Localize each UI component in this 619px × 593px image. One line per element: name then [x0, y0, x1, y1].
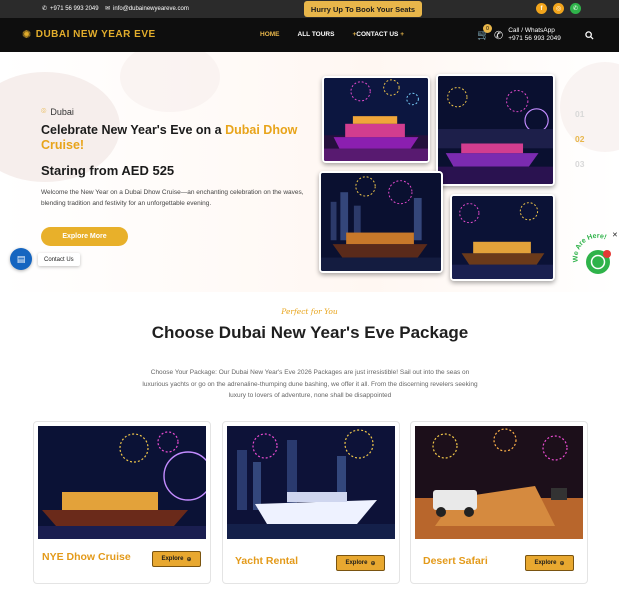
- phone-icon: ✆: [494, 29, 504, 42]
- hero-title-pre: Celebrate New Year's Eve on a: [41, 123, 226, 137]
- explore-button[interactable]: Explore ⊕: [336, 555, 385, 571]
- section-kicker: Perfect for You: [281, 307, 338, 316]
- chat-icon: ▤: [16, 253, 26, 264]
- nav-item-contact-us[interactable]: +CONTACT US +: [352, 31, 404, 38]
- contact-us-label[interactable]: Contact Us: [38, 253, 80, 266]
- section-description: Choose Your Package: Our Dubai New Year'…: [142, 369, 478, 399]
- promo-button[interactable]: Hurry Up To Book Your Seats: [304, 1, 422, 17]
- logo-star-icon: ✺: [22, 29, 32, 41]
- hero-location: ⌾ Dubai: [41, 106, 74, 117]
- phone-icon: ✆: [42, 6, 48, 12]
- nav-call[interactable]: ✆ Call / WhatsApp +971 56 993 2049: [494, 27, 561, 43]
- explore-button[interactable]: Explore ⊕: [152, 551, 201, 567]
- call-label: Call / WhatsApp: [508, 27, 555, 34]
- package-card-yacht-rental[interactable]: Yacht Rental Explore ⊕: [222, 421, 400, 584]
- explore-label: Explore: [534, 560, 557, 566]
- explore-label: Explore: [345, 560, 368, 566]
- site-logo[interactable]: ✺ DUBAI NEW YEAR EVE: [22, 28, 156, 41]
- section-title: Choose Dubai New Year's Eve Package: [151, 323, 469, 342]
- nav-item-contact-label: CONTACT US: [356, 31, 399, 38]
- topbar-phone-text: +971 56 993 2049: [50, 5, 99, 12]
- package-title: Yacht Rental: [235, 555, 299, 567]
- explore-button[interactable]: Explore ⊕: [525, 555, 574, 571]
- explore-more-button[interactable]: Explore More: [41, 227, 128, 246]
- hero-title: Celebrate New Year's Eve on a Dubai Dhow…: [41, 123, 301, 153]
- nav-menu: HOME ALL TOURS +CONTACT US +: [260, 31, 404, 38]
- hero-section: ⌾ Dubai Celebrate New Year's Eve on a Du…: [0, 52, 619, 292]
- step-01[interactable]: 01: [575, 102, 584, 127]
- topbar-email[interactable]: ✉ info@dubainewyeareve.com: [105, 5, 189, 13]
- hero-location-text: Dubai: [50, 106, 74, 117]
- arrow-circle-icon: ⊕: [370, 560, 376, 567]
- slider-steps: 01 02 03: [575, 102, 584, 177]
- mail-icon: ✉: [105, 6, 111, 12]
- hero-price: Staring from AED 525: [41, 163, 175, 178]
- topbar-email-text: info@dubainewyeareve.com: [113, 5, 189, 12]
- package-card-dhow-cruise[interactable]: NYE Dhow Cruise Explore ⊕: [33, 421, 211, 584]
- nav-item-home[interactable]: HOME: [260, 31, 280, 38]
- package-image: [38, 426, 206, 539]
- hero-photo-dhow-2: [436, 74, 555, 186]
- search-icon[interactable]: [585, 31, 594, 42]
- call-number: +971 56 993 2049: [508, 35, 561, 42]
- instagram-icon[interactable]: ◎: [553, 3, 564, 14]
- decor-blob: [120, 52, 220, 112]
- cart-icon[interactable]: 🛒 0: [477, 24, 492, 42]
- hero-photo-dhow-4: [450, 194, 555, 281]
- top-bar: ✆ +971 56 993 2049 ✉ info@dubainewyearev…: [0, 0, 619, 18]
- arrow-circle-icon: ⊕: [186, 556, 192, 563]
- plus-icon: +: [400, 31, 405, 38]
- step-03[interactable]: 03: [575, 152, 584, 177]
- package-title: Desert Safari: [423, 555, 488, 567]
- whatsapp-icon[interactable]: ✆: [570, 3, 581, 14]
- hero-photo-dhow-3: [319, 171, 443, 273]
- nav-item-all-tours[interactable]: ALL TOURS: [298, 31, 335, 38]
- hero-photo-dhow-1: [322, 76, 430, 163]
- social-links: f ◎ ✆: [536, 3, 581, 14]
- package-image: [227, 426, 395, 539]
- package-card-desert-safari[interactable]: Desert Safari Explore ⊕: [410, 421, 588, 584]
- arrow-circle-icon: ⊕: [559, 560, 565, 567]
- package-title: NYE Dhow Cruise: [42, 551, 131, 563]
- close-icon[interactable]: ✕: [612, 231, 618, 239]
- chat-button[interactable]: ▤: [10, 248, 32, 270]
- package-image: [415, 426, 583, 539]
- facebook-icon[interactable]: f: [536, 3, 547, 14]
- decor-blob: [560, 62, 619, 152]
- topbar-phone[interactable]: ✆ +971 56 993 2049: [42, 5, 99, 13]
- cart-badge: 0: [483, 24, 492, 33]
- location-pin-icon: ⌾: [41, 106, 47, 116]
- main-nav: ✺ DUBAI NEW YEAR EVE HOME ALL TOURS +CON…: [0, 18, 619, 52]
- explore-label: Explore: [161, 556, 184, 562]
- step-02[interactable]: 02: [575, 127, 584, 152]
- hero-description: Welcome the New Year on a Dubai Dhow Cru…: [41, 189, 304, 207]
- logo-text: DUBAI NEW YEAR EVE: [35, 29, 156, 40]
